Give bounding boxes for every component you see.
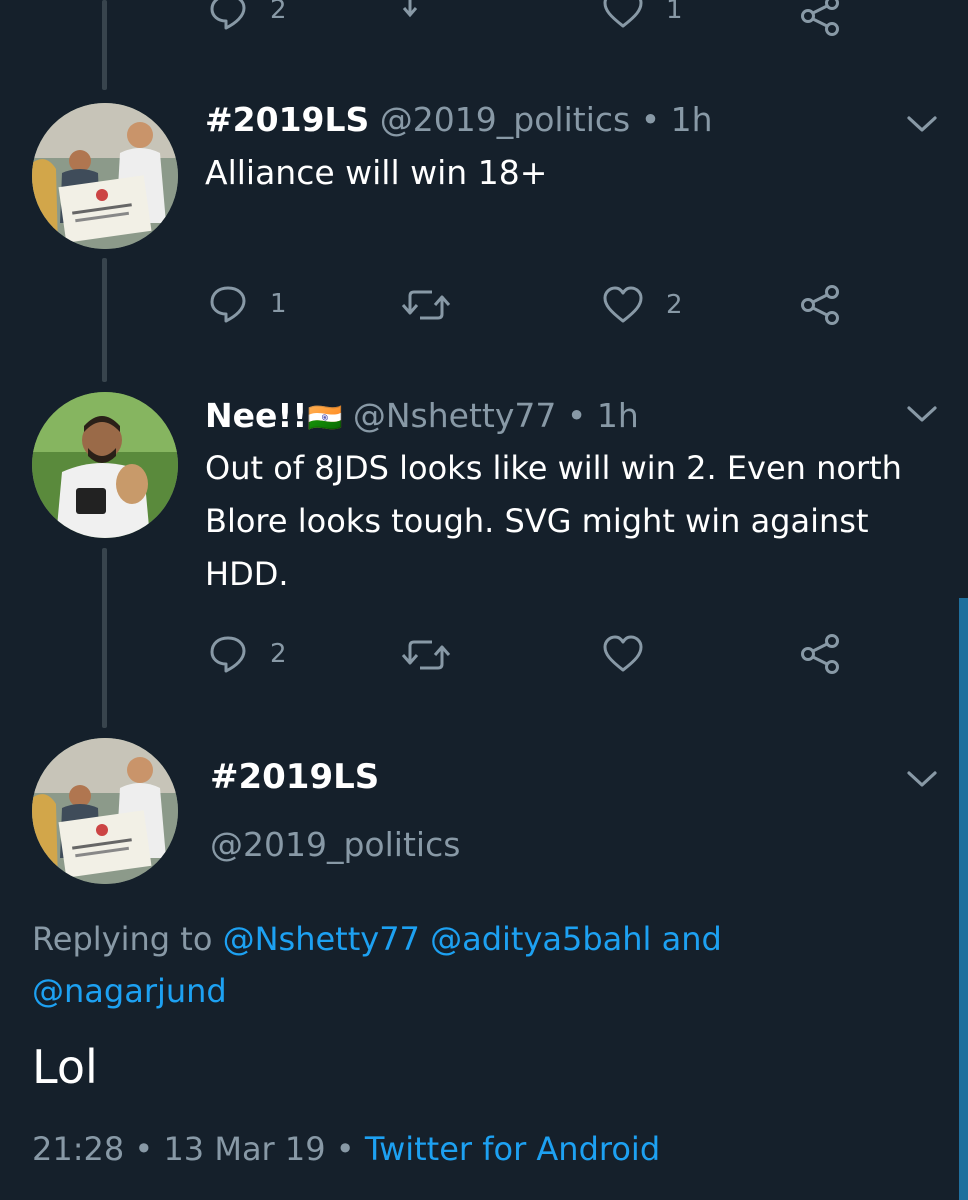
handle[interactable]: @Nshetty77	[353, 396, 557, 435]
tweet-source[interactable]: Twitter for Android	[365, 1130, 660, 1168]
share-button[interactable]	[800, 634, 842, 674]
heart-icon	[603, 286, 643, 323]
retweet-button[interactable]	[400, 636, 452, 674]
share-icon	[801, 634, 839, 674]
avatar-nshetty77[interactable]	[32, 392, 178, 538]
display-name[interactable]: #2019LS	[210, 757, 379, 797]
thread-line-2	[102, 548, 107, 728]
handle[interactable]: @2019_politics	[210, 825, 460, 864]
avatar-2019ls[interactable]	[32, 103, 178, 249]
like-count: 1	[666, 0, 683, 25]
avatar-2019ls[interactable]	[32, 738, 178, 884]
avatar-photo	[32, 392, 178, 538]
reply-icon	[210, 0, 246, 30]
share-icon	[801, 0, 839, 36]
display-name[interactable]: #2019LS	[205, 100, 369, 139]
reply-icon	[210, 636, 246, 673]
retweet-icon	[402, 0, 418, 18]
tweet-text-line: Blore looks tough. SVG might win against	[205, 502, 869, 540]
like-button[interactable]: 2	[602, 285, 683, 325]
like-button[interactable]: 1	[602, 0, 683, 30]
timestamp[interactable]: 1h	[671, 100, 713, 139]
mention-aditya5bahl[interactable]: @aditya5bahl	[430, 920, 651, 958]
reply-icon	[210, 286, 246, 323]
tweet-text-line: HDD.	[205, 555, 289, 593]
separator: •	[640, 100, 661, 139]
separator: •	[134, 1130, 154, 1168]
retweet-button[interactable]	[402, 0, 452, 28]
chevron-down-icon[interactable]	[905, 113, 939, 135]
india-flag-icon: 🇮🇳	[307, 401, 343, 434]
share-button[interactable]	[800, 285, 842, 325]
reply-count: 1	[270, 289, 287, 319]
mention-nshetty77[interactable]: @Nshetty77	[223, 920, 420, 958]
reply-count: 2	[270, 0, 287, 25]
like-count: 2	[666, 290, 683, 320]
share-button[interactable]	[800, 0, 842, 36]
mention-and[interactable]: and	[662, 920, 722, 958]
chevron-down-icon[interactable]	[905, 403, 939, 425]
tweet-text: Alliance will win 18+	[205, 153, 548, 192]
replying-to: Replying to @Nshetty77 @aditya5bahl and	[32, 920, 722, 958]
scrollbar[interactable]	[959, 598, 968, 1200]
tweet-text: Lol	[32, 1040, 98, 1094]
tweet-date: 13 Mar 19	[163, 1130, 326, 1168]
reply-button[interactable]: 1	[208, 284, 287, 324]
retweet-icon	[401, 640, 451, 670]
reply-button[interactable]: 2	[208, 0, 287, 30]
thread-line-1	[102, 258, 107, 382]
handle[interactable]: @2019_politics	[380, 100, 630, 139]
retweet-button[interactable]	[400, 286, 452, 324]
tweet-time: 21:28	[32, 1130, 125, 1168]
chevron-down-icon[interactable]	[905, 768, 939, 790]
timestamp[interactable]: 1h	[597, 396, 639, 435]
heart-icon	[603, 635, 643, 672]
tweet-text-line: Out of 8JDS looks like will win 2. Even …	[205, 449, 902, 487]
like-button[interactable]	[602, 634, 666, 674]
separator: •	[335, 1130, 355, 1168]
separator: •	[566, 396, 587, 435]
heart-icon	[603, 0, 643, 28]
share-icon	[801, 285, 839, 325]
retweet-icon	[401, 290, 451, 320]
display-name[interactable]: Nee!!	[205, 396, 307, 435]
avatar-photo	[32, 103, 178, 249]
reply-button[interactable]: 2	[208, 634, 287, 674]
avatar-photo	[32, 738, 178, 884]
mention-nagarjund[interactable]: @nagarjund	[32, 972, 227, 1010]
reply-count: 2	[270, 639, 287, 669]
thread-line-top	[102, 0, 107, 90]
tweet-meta: 21:28 • 13 Mar 19 • Twitter for Android	[32, 1130, 660, 1168]
replying-to-label: Replying to	[32, 920, 213, 958]
